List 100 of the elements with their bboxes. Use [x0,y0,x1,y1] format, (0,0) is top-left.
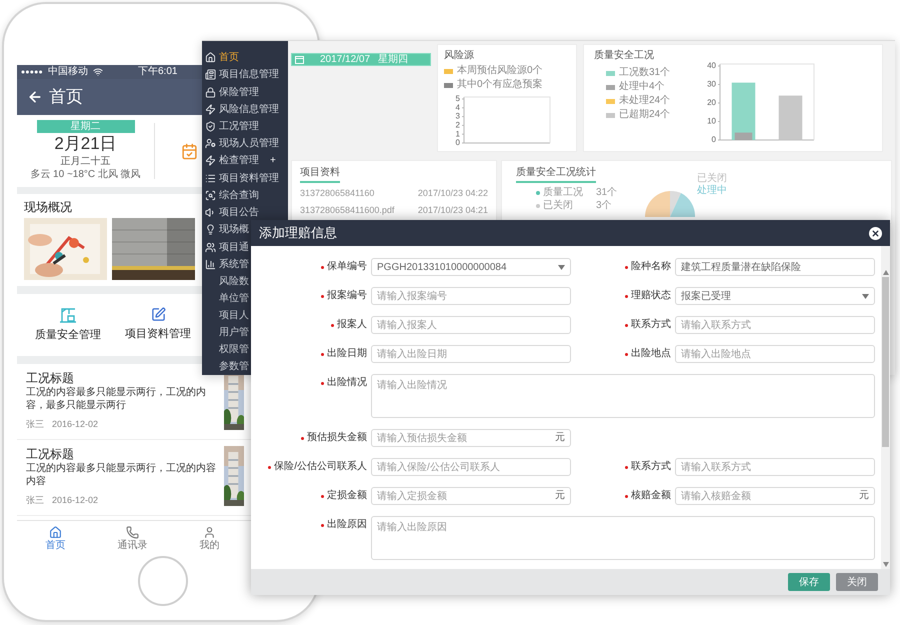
weekday-badge: 星期二 [36,120,134,133]
input-field[interactable]: 请输入报案人 [371,316,571,334]
clock-text: 下午6:01 [138,67,178,77]
sidebar-item[interactable]: 工况管理 [202,118,288,136]
y-tick-label: 4 [456,102,461,112]
y-tick-label: 20 [707,98,717,108]
legend-label: 本周预估风险源0个 [457,65,543,77]
close-button[interactable] [869,226,882,240]
y-tick-label: 30 [707,80,717,89]
input-field[interactable]: 请输入保险/公估公司联系人 [371,458,571,476]
signal-icon [21,70,43,74]
news-content: 工况的内容最多只能显示两行，工况的内容内容 [26,462,216,489]
lightning-icon [205,155,216,166]
legend-label: 其中0个有应急预案 [457,79,543,91]
scroll-up-icon[interactable] [882,270,888,275]
weekday-text: 星期四 [378,54,408,64]
users-icon [205,242,216,253]
y-tick-label: 3 [456,112,461,121]
field-label: 定损金额 [327,490,367,502]
newspaper-icon [205,69,216,80]
author-text: 张三 [26,418,44,431]
user-icon [203,526,216,538]
text-area[interactable]: 请输入出险情况 [371,374,875,418]
sidebar-item[interactable]: 项目公告 [202,204,288,222]
input-field[interactable]: 请输入联系方式 [675,458,875,476]
wifi-icon [93,67,103,77]
field-label: 理赔状态 [631,290,671,302]
field-label: 出险地点 [631,348,671,360]
y-tick-label: 5 [456,94,461,104]
sidebar-item[interactable]: 风险信息管理 [202,100,288,118]
y-tick-label: 0 [456,138,461,148]
tab-item[interactable]: 我的 [171,521,248,556]
news-title[interactable]: 工况标题 [26,370,216,386]
legend-label: 工况数31个 [619,67,670,79]
house-icon [205,52,216,64]
news-title[interactable]: 工况标题 [26,446,216,462]
sidebar-item[interactable]: 综合查询 [202,186,288,204]
text-area[interactable]: 请输入出险原因 [371,516,875,560]
scrollbar-thumb[interactable] [882,277,889,447]
author-text: 张三 [26,494,44,507]
date-text: 2月21日 [54,133,117,155]
field-label: 保单编号 [327,261,367,273]
lock-icon [205,86,216,98]
input-field[interactable]: 建筑工程质量潜在缺陷保险 [675,258,875,276]
select-field[interactable]: 报案已受理 [675,287,875,305]
field-label: 出险情况 [327,377,367,389]
scroll-down-icon[interactable] [882,562,888,567]
tab-item[interactable]: 通讯录 [94,521,171,556]
input-field[interactable]: 请输入出险地点 [675,345,875,363]
legend-label: 未处理24个 [619,95,670,107]
y-axis: 0 10 20 30 40 [707,61,721,144]
sidebar-item[interactable]: 保险管理 [202,83,288,101]
unit-label: 元 [555,432,565,444]
field-label: 联系方式 [631,461,671,473]
tab-item[interactable]: 首页 [17,521,94,556]
weather-text: 多云 10 ~18°C 北风 微风 [30,168,141,182]
field-label: 保险/公估公司联系人 [274,461,367,473]
field-label: 出险原因 [327,519,367,531]
sidebar-item[interactable]: 首页 [202,49,288,66]
date-text: 2016-12-02 [52,494,98,507]
legend-label: 处理中4个 [619,81,665,93]
field-label: 出险日期 [327,348,367,360]
shield-icon [205,120,216,132]
speaker-icon [205,207,216,218]
y-tick-label: 40 [707,61,717,70]
expand-sign[interactable]: + [270,153,276,168]
select-field[interactable]: PGGH201331010000000084 [371,258,571,276]
unit-label: 元 [859,490,869,502]
bar [778,96,802,140]
pie-label: 已关闭 [697,173,728,184]
sidebar-item[interactable]: 项目信息管理 [202,66,288,84]
shortcut-button[interactable]: 项目资料管理 [113,307,203,343]
input-field[interactable]: 请输入出险日期 [371,345,571,363]
caret-icon [862,294,869,298]
card-title: 质量安全工况统计 [516,165,596,183]
search-icon [205,190,216,201]
input-field[interactable]: 请输入联系方式 [675,316,875,334]
field-label: 核赔金额 [631,490,671,502]
y-tick-label: 10 [707,116,717,126]
lightning-icon [205,104,216,115]
legend-label: 已超期24个 [619,109,670,121]
page-title: 首页 [49,86,83,108]
shortcut-button[interactable]: 质量安全管理 [23,306,113,344]
dialog-title: 添加理赔信息 [259,224,337,242]
input-field[interactable]: 请输入报案编号 [371,287,571,305]
sidebar-item[interactable]: 检查管理 + [202,152,288,170]
file-time: 2017/10/23 04:22 [418,187,488,200]
back-icon[interactable] [27,89,43,105]
crane-icon [59,306,77,323]
carrier-text: 中国移动 [48,67,88,77]
calendar-icon[interactable] [181,142,198,160]
sidebar-item[interactable]: 现场人员管理 [202,135,288,152]
news-content: 工况的内容最多只能显示两行，工况的内容，最多只能显示两行 [26,386,207,413]
card-title: 项目资料 [300,165,340,183]
sidebar-item[interactable]: 项目资料管理 [202,170,288,187]
file-time: 2017/10/23 04:21 [418,204,488,217]
legend-count: 3个 [596,199,612,212]
calendar-icon [295,56,304,64]
bar-chart-icon [205,258,216,270]
legend-label: 已关闭 [543,199,574,212]
